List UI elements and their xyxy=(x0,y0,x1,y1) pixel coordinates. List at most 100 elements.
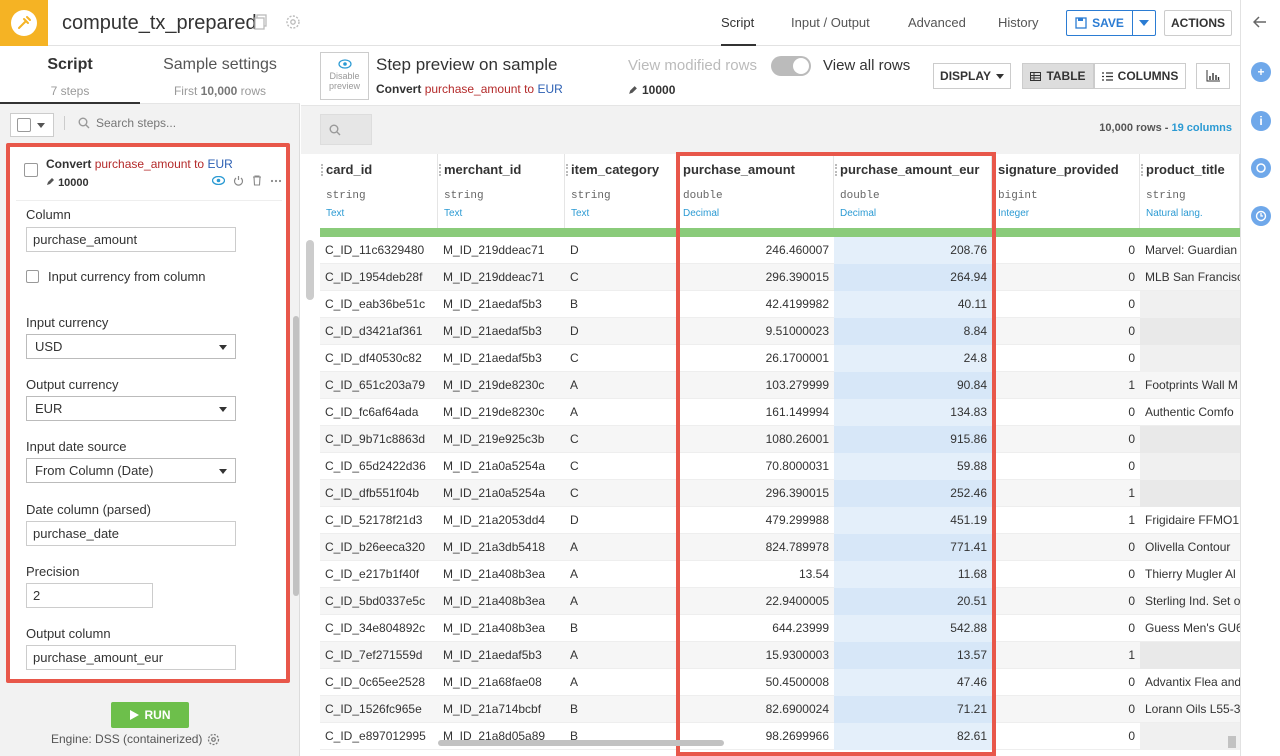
table-cell-item_category[interactable]: A xyxy=(565,372,677,399)
table-cell-card_id[interactable]: C_ID_7ef271559d xyxy=(320,642,438,669)
table-cell-signature_provided[interactable]: 0 xyxy=(992,453,1140,480)
table-cell-purchase_amount_eur[interactable]: 59.88 xyxy=(834,453,992,480)
table-cell-purchase_amount_eur[interactable]: 264.94 xyxy=(834,264,992,291)
column-meaning[interactable]: Text xyxy=(571,208,676,219)
column-input[interactable]: purchase_amount xyxy=(26,227,236,252)
table-cell-purchase_amount_eur[interactable]: 8.84 xyxy=(834,318,992,345)
table-cell-card_id[interactable]: C_ID_1954deb28f xyxy=(320,264,438,291)
table-cell-card_id[interactable]: C_ID_b26eeca320 xyxy=(320,534,438,561)
table-cell-product_title[interactable]: Sterling Ind. Set o xyxy=(1140,588,1240,615)
run-button[interactable]: RUN xyxy=(111,702,189,728)
table-cell-card_id[interactable]: C_ID_5bd0337e5c xyxy=(320,588,438,615)
table-cell-purchase_amount_eur[interactable]: 771.41 xyxy=(834,534,992,561)
table-cell-purchase_amount[interactable]: 1080.26001 xyxy=(677,426,834,453)
step-header[interactable]: Convert purchase_amount to EUR 10000 xyxy=(16,155,282,201)
table-cell-item_category[interactable]: B xyxy=(565,291,677,318)
output-column-input[interactable]: purchase_amount_eur xyxy=(26,645,236,670)
table-cell-purchase_amount[interactable]: 50.4500008 xyxy=(677,669,834,696)
history-clock-icon[interactable] xyxy=(1251,206,1271,226)
table-cell-item_category[interactable]: C xyxy=(565,480,677,507)
column-drag-handle[interactable] xyxy=(1141,164,1144,176)
table-cell-item_category[interactable]: A xyxy=(565,588,677,615)
table-cell-item_category[interactable]: C xyxy=(565,264,677,291)
table-cell-purchase_amount[interactable]: 479.299988 xyxy=(677,507,834,534)
table-cell-product_title[interactable] xyxy=(1140,480,1240,507)
column-header-6[interactable]: product_title string Natural lang. xyxy=(1140,154,1240,228)
table-cell-signature_provided[interactable]: 1 xyxy=(992,642,1140,669)
table-cell-signature_provided[interactable]: 0 xyxy=(992,534,1140,561)
column-meaning[interactable]: Integer xyxy=(998,208,1139,219)
save-button[interactable]: SAVE xyxy=(1066,10,1156,36)
table-cell-item_category[interactable]: D xyxy=(565,507,677,534)
table-cell-merchant_id[interactable]: M_ID_21a2053dd4 xyxy=(438,507,565,534)
table-cell-merchant_id[interactable]: M_ID_21aedaf5b3 xyxy=(438,642,565,669)
column-drag-handle[interactable] xyxy=(439,164,442,176)
vertical-scrollbar[interactable] xyxy=(1226,154,1238,750)
table-cell-signature_provided[interactable]: 0 xyxy=(992,291,1140,318)
view-rows-toggle[interactable] xyxy=(771,56,811,76)
table-cell-signature_provided[interactable]: 0 xyxy=(992,318,1140,345)
table-view-button[interactable]: TABLE xyxy=(1022,63,1094,89)
column-drag-handle[interactable] xyxy=(566,164,569,176)
table-cell-signature_provided[interactable]: 0 xyxy=(992,237,1140,264)
table-cell-card_id[interactable]: C_ID_52178f21d3 xyxy=(320,507,438,534)
table-cell-product_title[interactable] xyxy=(1140,291,1240,318)
output-currency-select[interactable]: EUR xyxy=(26,396,236,421)
table-cell-signature_provided[interactable]: 1 xyxy=(992,480,1140,507)
table-cell-card_id[interactable]: C_ID_34e804892c xyxy=(320,615,438,642)
disable-preview-button[interactable]: Disable preview xyxy=(320,52,369,100)
currency-from-column-option[interactable]: Input currency from column xyxy=(26,269,206,284)
table-cell-product_title[interactable] xyxy=(1140,723,1240,750)
table-cell-card_id[interactable]: C_ID_e897012995 xyxy=(320,723,438,750)
column-header-5[interactable]: signature_provided bigint Integer xyxy=(992,154,1140,228)
eye-icon[interactable] xyxy=(212,176,225,185)
table-cell-purchase_amount[interactable]: 42.4199982 xyxy=(677,291,834,318)
display-dropdown[interactable]: DISPLAY xyxy=(933,63,1011,89)
table-cell-purchase_amount[interactable]: 9.51000023 xyxy=(677,318,834,345)
table-cell-purchase_amount[interactable]: 824.789978 xyxy=(677,534,834,561)
table-cell-purchase_amount_eur[interactable]: 47.46 xyxy=(834,669,992,696)
table-cell-card_id[interactable]: C_ID_651c203a79 xyxy=(320,372,438,399)
column-meaning[interactable]: Text xyxy=(444,208,564,219)
column-header-2[interactable]: item_category string Text xyxy=(565,154,677,228)
table-cell-product_title[interactable] xyxy=(1140,426,1240,453)
table-cell-purchase_amount_eur[interactable]: 13.57 xyxy=(834,642,992,669)
table-cell-purchase_amount[interactable]: 13.54 xyxy=(677,561,834,588)
table-cell-card_id[interactable]: C_ID_e217b1f40f xyxy=(320,561,438,588)
discussion-icon[interactable] xyxy=(1251,158,1271,178)
save-dropdown-button[interactable] xyxy=(1133,11,1155,35)
settings-cog-icon[interactable] xyxy=(285,14,301,30)
charts-button[interactable] xyxy=(1196,63,1230,89)
table-cell-purchase_amount_eur[interactable]: 451.19 xyxy=(834,507,992,534)
table-cell-product_title[interactable]: Frigidaire FFMO1 xyxy=(1140,507,1240,534)
table-cell-merchant_id[interactable]: M_ID_21a68fae08 xyxy=(438,669,565,696)
table-cell-card_id[interactable]: C_ID_11c6329480 xyxy=(320,237,438,264)
table-cell-purchase_amount_eur[interactable]: 20.51 xyxy=(834,588,992,615)
table-cell-item_category[interactable]: C xyxy=(565,426,677,453)
copy-icon[interactable] xyxy=(254,14,270,30)
table-cell-product_title[interactable]: Footprints Wall M xyxy=(1140,372,1240,399)
table-cell-merchant_id[interactable]: M_ID_21aedaf5b3 xyxy=(438,318,565,345)
table-cell-card_id[interactable]: C_ID_1526fc965e xyxy=(320,696,438,723)
table-cell-product_title[interactable]: Advantix Flea and xyxy=(1140,669,1240,696)
table-cell-product_title[interactable] xyxy=(1140,642,1240,669)
gear-icon[interactable] xyxy=(207,733,220,746)
table-cell-merchant_id[interactable]: M_ID_21aedaf5b3 xyxy=(438,345,565,372)
actions-button[interactable]: ACTIONS xyxy=(1164,10,1232,36)
table-cell-merchant_id[interactable]: M_ID_21a3db5418 xyxy=(438,534,565,561)
table-cell-product_title[interactable] xyxy=(1140,318,1240,345)
table-cell-merchant_id[interactable]: M_ID_219de8230c xyxy=(438,372,565,399)
step-checkbox[interactable] xyxy=(24,163,38,177)
column-type[interactable]: string xyxy=(444,190,564,202)
column-meaning[interactable]: Text xyxy=(326,208,437,219)
table-cell-purchase_amount[interactable]: 296.390015 xyxy=(677,480,834,507)
table-cell-merchant_id[interactable]: M_ID_21a0a5254a xyxy=(438,453,565,480)
table-cell-product_title[interactable]: Marvel: Guardian xyxy=(1140,237,1240,264)
table-cell-purchase_amount_eur[interactable]: 40.11 xyxy=(834,291,992,318)
table-cell-signature_provided[interactable]: 0 xyxy=(992,561,1140,588)
horizontal-scrollbar[interactable] xyxy=(438,740,724,746)
table-cell-purchase_amount[interactable]: 644.23999 xyxy=(677,615,834,642)
table-cell-merchant_id[interactable]: M_ID_219ddeac71 xyxy=(438,237,565,264)
table-cell-merchant_id[interactable]: M_ID_219de8230c xyxy=(438,399,565,426)
table-cell-item_category[interactable]: A xyxy=(565,642,677,669)
